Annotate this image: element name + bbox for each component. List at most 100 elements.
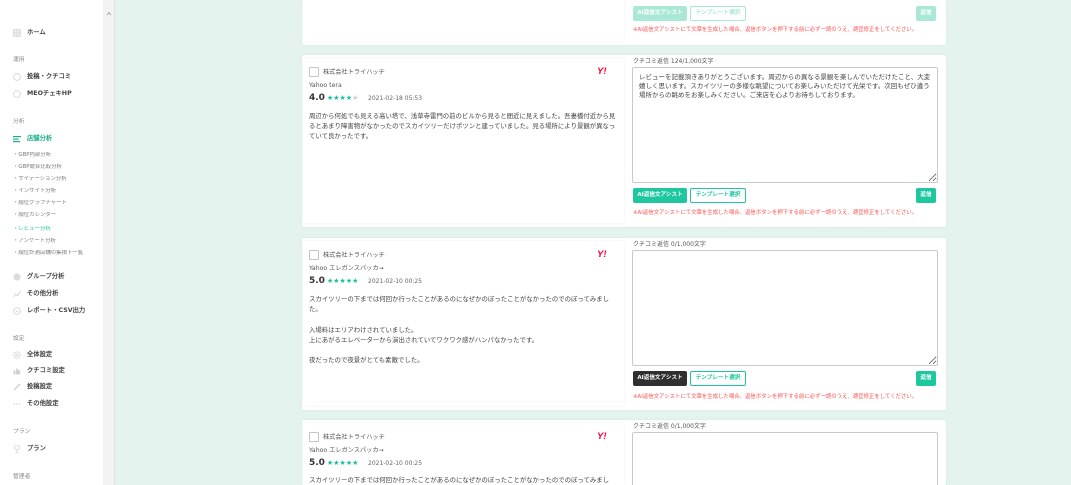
subnav-rank-store-list[interactable]: ・順位計測店舗の集積下一覧 — [13, 250, 101, 257]
nav-home-label: ホーム — [27, 29, 46, 36]
ai-warning-note: ※AI返信文アシストにて文章を生成した場合、返信ボタンを押下する前に必ず一読のう… — [633, 27, 918, 33]
review-card: AI返信文アシスト テンプレート選択 返信 ※AI返信文アシストにて文章を生成し… — [302, 0, 946, 45]
dots-icon — [13, 400, 21, 408]
review-card: 株式会社トライハッチ Y! Yahoo tera 4.0 ★★★★★ 2021-… — [302, 55, 946, 227]
rating-value: 5.0 — [309, 276, 325, 286]
nav-other-analysis-label: その他分析 — [27, 290, 59, 297]
thumbs-up-icon — [13, 367, 21, 375]
nav-other-settings[interactable]: その他設定 — [0, 398, 103, 410]
nav-meo-hp-label: MEOチェキHP — [27, 90, 72, 97]
nav-group-analysis[interactable]: グループ分析 — [0, 271, 103, 283]
rating-value: 5.0 — [309, 458, 325, 468]
template-select-button[interactable]: テンプレート選択 — [690, 188, 746, 203]
subnav-insight-analysis[interactable]: ・インサイト分析 — [13, 188, 101, 195]
report-icon — [13, 307, 21, 315]
yahoo-logo: Y! — [597, 431, 607, 442]
yahoo-logo: Y! — [597, 66, 607, 77]
section-heading-analysis: 分析 — [13, 119, 25, 125]
review-panel — [303, 0, 624, 41]
review-date: 2021-02-10 00:25 — [368, 278, 423, 285]
template-select-button[interactable]: テンプレート選択 — [690, 371, 746, 386]
rating-value: 4.0 — [309, 93, 325, 103]
review-panel: 株式会社トライハッチ Y! Yahoo tera 4.0 ★★★★★ 2021-… — [303, 58, 624, 223]
review-panel: 株式会社トライハッチ Y! Yahoo エレガンスパッカ→ 5.0 ★★★★★ … — [303, 241, 624, 406]
circle-icon — [13, 90, 21, 98]
subnav-gbp-competitor-analysis[interactable]: ・GBP競合比較分析 — [13, 164, 101, 171]
gear-icon — [13, 351, 21, 359]
nav-plan[interactable]: プラン — [0, 443, 103, 455]
subnav-citation-analysis[interactable]: ・サイテーション分析 — [13, 176, 101, 183]
nav-other-settings-label: その他設定 — [27, 400, 59, 407]
scroll-up-icon[interactable] — [106, 1, 112, 16]
reply-textarea[interactable] — [632, 432, 938, 485]
review-card: 株式会社トライハッチ Y! Yahoo エレガンスパッカ→ 5.0 ★★★★★ … — [302, 238, 946, 410]
nav-other-analysis[interactable]: その他分析 — [0, 288, 103, 300]
rating-stars: ★★★★★ — [327, 94, 358, 103]
section-heading-plan: プラン — [13, 429, 31, 435]
nav-general-settings[interactable]: 全体設定 — [0, 349, 103, 361]
subnav-review-analysis[interactable]: ・レビュー分析 — [13, 226, 101, 233]
nav-meo-hp[interactable]: MEOチェキHP — [0, 88, 103, 100]
ai-assist-button[interactable]: AI返信文アシスト — [633, 371, 687, 386]
nav-store-analysis-label: 店舗分析 — [27, 135, 53, 142]
yahoo-logo: Y! — [597, 249, 607, 260]
review-text: スカイツリーの下までは何回か行ったことがあるのになぜかのぼったことがなかったので… — [309, 295, 610, 365]
reviewer-name: Yahoo エレガンスパッカ→ — [309, 447, 384, 454]
nav-posts-reviews[interactable]: 投稿・クチコミ — [0, 71, 103, 83]
nav-review-settings[interactable]: クチコミ設定 — [0, 365, 103, 377]
section-heading-settings: 設定 — [13, 336, 25, 342]
store-name: 株式会社トライハッチ — [323, 434, 385, 441]
nav-report-csv-label: レポート・CSV出力 — [27, 307, 86, 314]
reviewer-name: Yahoo tera — [309, 82, 342, 89]
rating-stars: ★★★★★ — [327, 277, 358, 286]
nav-post-settings-label: 投稿設定 — [27, 383, 53, 390]
subnav-survey-analysis[interactable]: ・アンケート分析 — [13, 238, 101, 245]
reply-char-counter: クチコミ返信 0/1,000文字 — [633, 423, 706, 430]
trophy-icon — [13, 445, 21, 453]
select-checkbox[interactable] — [309, 432, 319, 442]
group-icon — [13, 273, 21, 281]
subnav-rank-chart[interactable]: ・順位グラフチャート — [13, 200, 101, 207]
ai-warning-note: ※AI返信文アシストにて文章を生成した場合、返信ボタンを押下する前に必ず一読のう… — [633, 210, 918, 216]
review-card: 株式会社トライハッチ Y! Yahoo エレガンスパッカ→ 5.0 ★★★★★ … — [302, 420, 946, 485]
reply-textarea[interactable] — [632, 250, 938, 366]
nav-review-settings-label: クチコミ設定 — [27, 367, 65, 374]
nav-report-csv[interactable]: レポート・CSV出力 — [0, 305, 103, 317]
rating-stars: ★★★★★ — [327, 459, 358, 468]
nav-store-analysis[interactable]: 店舗分析 — [0, 133, 103, 145]
review-date: 2021-02-18 05:53 — [368, 95, 423, 102]
store-name: 株式会社トライハッチ — [323, 69, 385, 76]
circle-icon — [13, 73, 21, 81]
filled-stars: ★★★★ — [327, 94, 353, 102]
pencil-icon — [13, 383, 21, 391]
nav-post-settings[interactable]: 投稿設定 — [0, 381, 103, 393]
reply-button[interactable]: 返信 — [916, 6, 936, 21]
review-text: 周辺から何処でも見える高い塔で、浅草寺雷門の前のビルから見ると間近に見えました。… — [309, 112, 616, 141]
template-select-button[interactable]: テンプレート選択 — [690, 6, 746, 21]
home-icon — [13, 29, 21, 37]
review-date: 2021-02-10 00:25 — [368, 460, 423, 467]
ai-assist-button[interactable]: AI返信文アシスト — [633, 188, 687, 203]
sidebar-scrollbar[interactable] — [103, 0, 115, 485]
nav-general-settings-label: 全体設定 — [27, 351, 53, 358]
reviewer-name: Yahoo エレガンスパッカ→ — [309, 265, 384, 272]
sidebar: ホーム 運用 投稿・クチコミ MEOチェキHP 分析 店舗分析 ・GBP内部分析… — [0, 0, 103, 485]
subnav-gbp-internal-analysis[interactable]: ・GBP内部分析 — [13, 152, 101, 159]
nav-group-analysis-label: グループ分析 — [27, 273, 65, 280]
reply-char-counter: クチコミ返信 0/1,000文字 — [633, 241, 706, 248]
empty-stars: ★ — [352, 94, 359, 102]
reply-button[interactable]: 返信 — [916, 371, 936, 386]
ai-assist-button[interactable]: AI返信文アシスト — [633, 6, 687, 21]
reply-textarea[interactable]: レビューを記載頂きありがとうございます。周辺からの異なる景観を楽しんでいただけた… — [632, 67, 938, 183]
section-heading-operation: 運用 — [13, 57, 25, 63]
ai-warning-note: ※AI返信文アシストにて文章を生成した場合、返信ボタンを押下する前に必ず一読のう… — [633, 394, 918, 400]
nav-home[interactable]: ホーム — [0, 27, 103, 39]
reply-button[interactable]: 返信 — [916, 188, 936, 203]
review-text: スカイツリーの下までは何回か行ったことがあるのになぜかのぼったことがなかったので… — [309, 476, 610, 484]
select-checkbox[interactable] — [309, 250, 319, 260]
filled-stars: ★★★★★ — [327, 277, 359, 285]
filled-stars: ★★★★★ — [327, 459, 359, 467]
subnav-rank-calendar[interactable]: ・順位カレンダー — [13, 212, 101, 219]
select-checkbox[interactable] — [309, 67, 319, 77]
section-heading-admin: 管理者 — [13, 474, 31, 480]
